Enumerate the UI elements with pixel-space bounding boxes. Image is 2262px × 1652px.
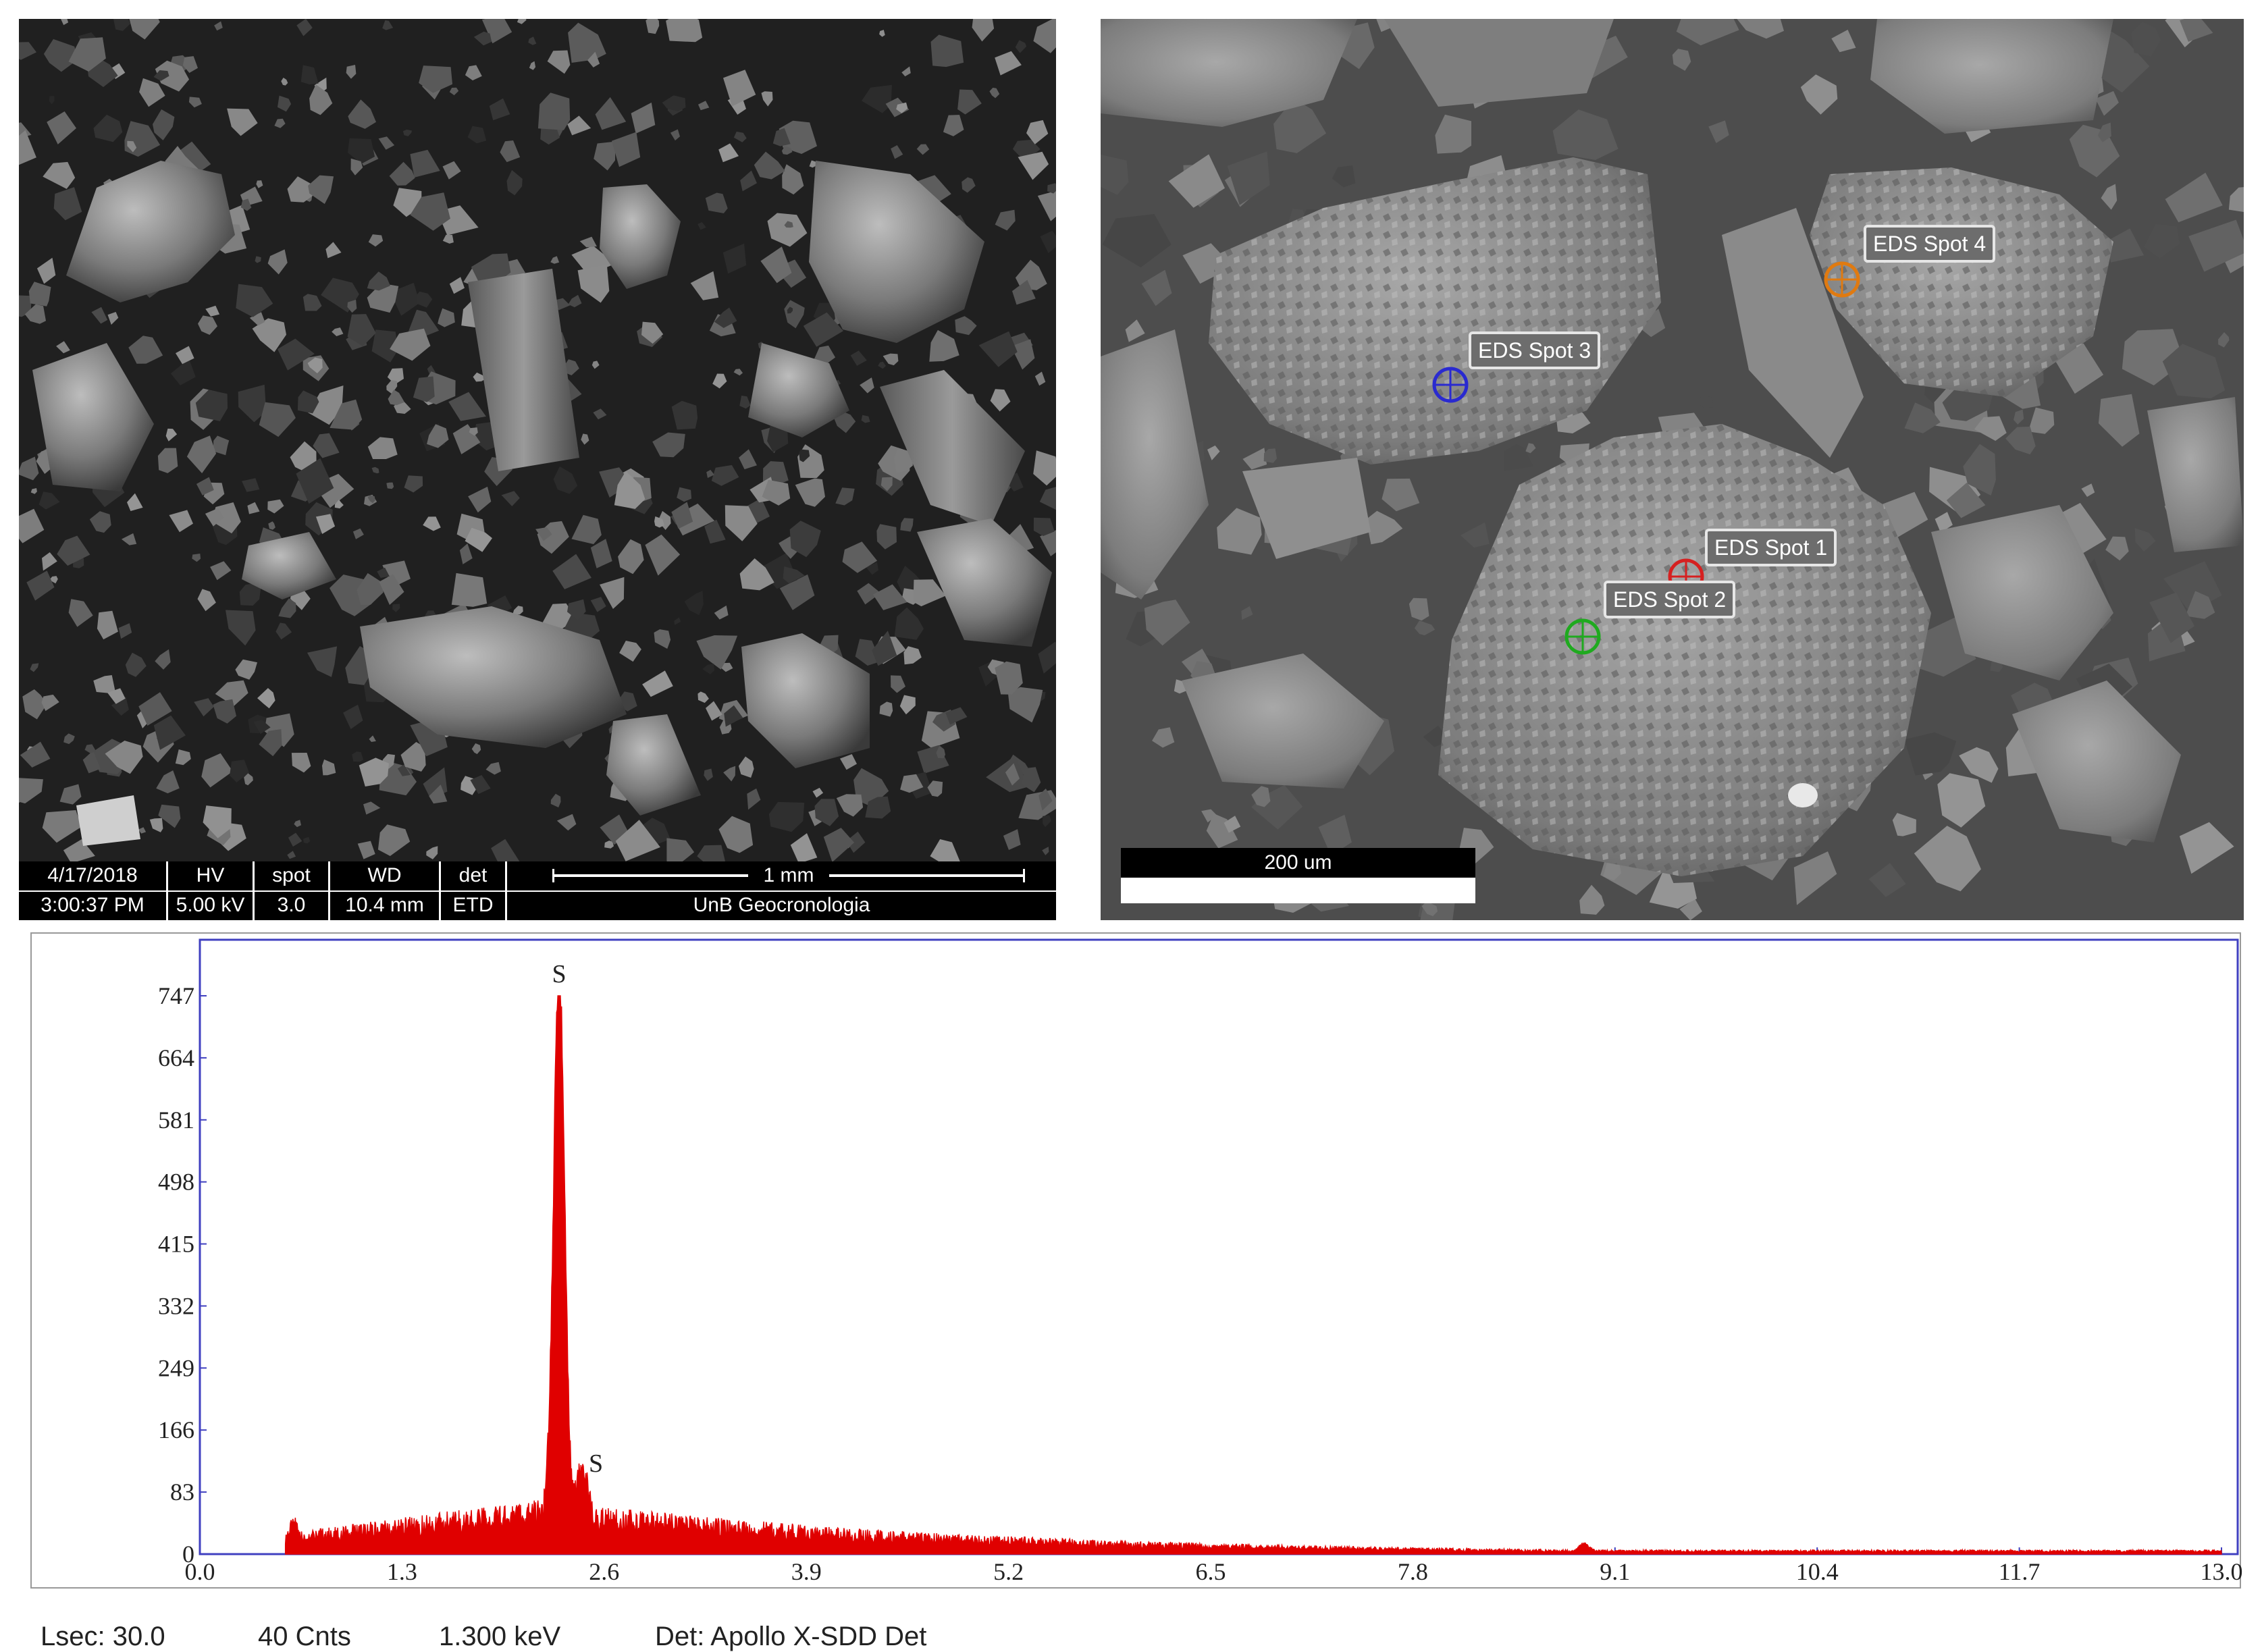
y-tick-label: 249: [158, 1354, 194, 1381]
peak-label-sulfur-ka: S: [552, 960, 566, 988]
eds-spot-3-label: EDS Spot 3: [1469, 331, 1601, 369]
eds-spot-2-marker: [1564, 618, 1601, 655]
info-wd-value: 10.4 mm: [345, 894, 424, 916]
eds-spot-2-label: EDS Spot 2: [1604, 581, 1736, 618]
info-lab-name: UnB Geocronologia: [693, 894, 870, 916]
x-tick-label: 10.4: [1796, 1558, 1839, 1585]
footer-detector: Det: Apollo X-SDD Det: [655, 1622, 927, 1651]
y-tick-label: 83: [170, 1478, 194, 1506]
micrograph-detail: [1101, 19, 2244, 920]
info-det-value: ETD: [452, 894, 494, 916]
eds-spectrum: 0 83 166 249 332 415 498 581 664 747 0.0 1.3 2.6 3.9…: [0, 932, 2262, 1651]
info-hv-value: 5.00 kV: [176, 894, 245, 916]
y-tick-label: 415: [158, 1231, 194, 1258]
x-tick-label: 1.3: [387, 1558, 417, 1585]
info-time: 3:00:37 PM: [41, 894, 144, 916]
eds-spot-4-label: EDS Spot 4: [1864, 225, 1996, 263]
info-spot-value: 3.0: [277, 894, 306, 916]
spectrum-plot: 083166249332415498581664747 0.0 1.3 2.6 3.9…: [30, 932, 2243, 1589]
x-tick-label: 5.2: [993, 1558, 1024, 1585]
y-tick-label: 332: [158, 1292, 194, 1319]
x-tick-label: 7.8: [1398, 1558, 1428, 1585]
scale-bar-200um: 200 um: [1121, 848, 1475, 903]
spectrum-plot-frame: [199, 938, 2239, 1555]
sem-image-overview: 4/17/2018 3:00:37 PM HV 5.00 kV spot 3.0…: [19, 19, 1056, 920]
scale-bar-label: 1 mm: [748, 861, 829, 889]
footer-counts: 40 Cnts: [258, 1622, 351, 1651]
peak-label-sulfur-kb: S: [589, 1449, 603, 1478]
y-tick-label: 166: [158, 1416, 194, 1443]
y-tick-label: 747: [158, 982, 194, 1009]
x-tick-label: 3.9: [791, 1558, 822, 1585]
sem-image-detail: EDS Spot 1 EDS Spot 2 EDS Spot 3 EDS Spo…: [1101, 19, 2244, 920]
eds-spot-4-marker: [1824, 261, 1860, 298]
eds-spot-1-label: EDS Spot 1: [1705, 529, 1837, 566]
scale-bar-label: 200 um: [1121, 848, 1475, 878]
x-tick-label: 11.7: [1999, 1558, 2041, 1585]
x-tick-label: 0.0: [185, 1558, 215, 1585]
info-hv-label: HV: [196, 864, 225, 886]
info-spot-label: spot: [272, 864, 311, 886]
info-det-label: det: [458, 864, 488, 886]
footer-energy: 1.300 keV: [439, 1622, 561, 1651]
sem-info-bar: 4/17/2018 3:00:37 PM HV 5.00 kV spot 3.0…: [19, 861, 1056, 920]
footer-live-seconds: Lsec: 30.0: [41, 1622, 165, 1651]
x-tick-label: 13.0: [2201, 1558, 2243, 1585]
y-tick-label: 664: [158, 1044, 194, 1071]
y-tick-label: 581: [158, 1107, 194, 1134]
x-tick-label: 6.5: [1196, 1558, 1226, 1585]
info-date: 4/17/2018: [47, 864, 138, 886]
y-tick-label: 498: [158, 1169, 194, 1196]
micrograph-overview: [19, 19, 1056, 861]
x-tick-label: 9.1: [1600, 1558, 1630, 1585]
info-wd-label: WD: [367, 864, 402, 886]
x-tick-label: 2.6: [589, 1558, 619, 1585]
eds-spot-3-marker: [1432, 367, 1469, 403]
